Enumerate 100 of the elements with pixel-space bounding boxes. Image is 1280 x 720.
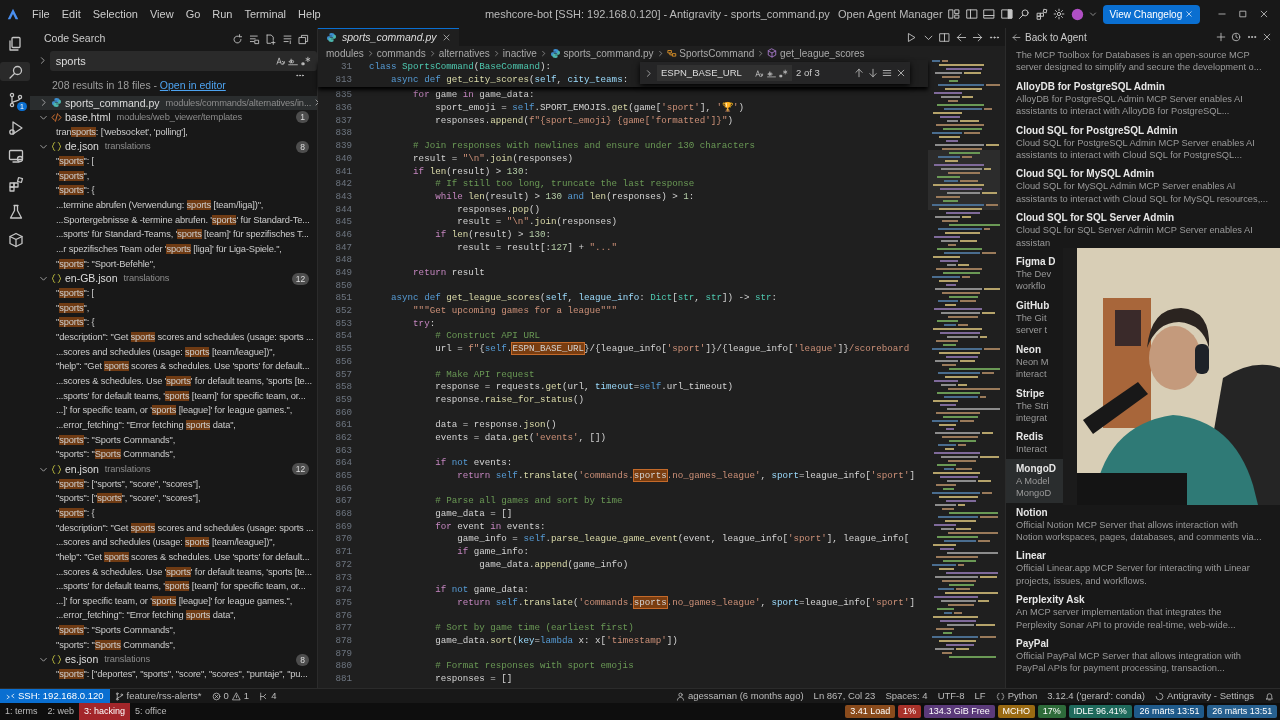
search-match[interactable]: ...scores and schedules (usage: sports [team/league])", xyxy=(56,346,275,357)
breadcrumb-item[interactable]: commands xyxy=(376,45,426,61)
source-control-icon[interactable] xyxy=(8,91,24,108)
workspace-button[interactable]: 3: hacking xyxy=(79,703,131,720)
settings-indicator[interactable]: Antigravity - Settings xyxy=(1149,688,1259,704)
close-icon[interactable] xyxy=(896,68,906,78)
breadcrumb-item[interactable]: get_league_scores xyxy=(767,45,865,61)
line-ending-indicator[interactable]: LF xyxy=(969,688,991,704)
changelog-button[interactable]: View Changelog xyxy=(1102,4,1200,24)
chevron-icon[interactable] xyxy=(39,98,48,108)
server-item[interactable]: Cloud SQL for MySQL Admin Cloud SQL for MySQL Admin MCP Server enables AI assistants to interact with Cloud SQL for MySQL resources,... xyxy=(1006,164,1276,209)
editor-tab[interactable]: sports_command.py xyxy=(318,28,459,46)
menu-item[interactable]: Selection xyxy=(86,5,144,23)
collapse-icon[interactable] xyxy=(281,33,293,45)
search-match[interactable]: ...termine abrufen (Verwendung: sports [team/liga])", xyxy=(56,200,264,211)
menu-item[interactable]: Help xyxy=(292,5,327,23)
extensions-icon[interactable] xyxy=(1035,8,1048,20)
ports-indicator[interactable]: 4 xyxy=(254,688,282,704)
chevron-icon[interactable] xyxy=(39,655,48,665)
search-result-file[interactable]: en.json translations 12 xyxy=(30,461,317,477)
secondary-sidebar-icon[interactable] xyxy=(1000,8,1013,20)
search-result-file[interactable]: es.json translations 8 xyxy=(30,652,317,668)
search-match[interactable]: "sports": "Sports Commands", xyxy=(56,639,176,650)
server-item[interactable]: Linear Official Linear.app MCP Server for interacting with Linear projects, issues, and workflows. xyxy=(1006,546,1258,591)
find-in-selection-icon[interactable] xyxy=(882,68,892,78)
search-match[interactable]: "help": "Get sports scores & schedules. Use 'sports' for default... xyxy=(56,551,310,562)
workspace-button[interactable]: 1: terms xyxy=(0,703,43,720)
search-match[interactable]: "sports": "Sport-Befehle", xyxy=(56,258,156,269)
find-field[interactable]: ESPN_BASE_URL xyxy=(657,65,792,81)
menu-item[interactable]: Terminal xyxy=(238,5,293,23)
search-match[interactable]: ...error_fetching": "Error fetching sports data", xyxy=(56,419,236,430)
menu-item[interactable]: File xyxy=(26,5,56,23)
remote-explorer-icon[interactable] xyxy=(8,147,24,164)
breadcrumb-item[interactable]: modules xyxy=(326,45,364,61)
search-match[interactable]: ...r spezifisches Team oder 'sports [liga]' für Liga-Spiele.", xyxy=(56,244,282,255)
layout-icon[interactable] xyxy=(948,8,961,20)
search-result-file[interactable]: sports_command.py modules/commands/alternatives/in... xyxy=(30,95,317,111)
problems-indicator[interactable]: 0 1 xyxy=(206,688,255,704)
maximize-icon[interactable] xyxy=(1237,9,1248,19)
indentation-indicator[interactable]: Spaces: 4 xyxy=(880,688,933,704)
chevron-icon[interactable] xyxy=(39,142,48,152)
breadcrumb-item[interactable]: alternatives xyxy=(438,45,490,61)
search-match[interactable]: "description": "Get sports scores and schedules (usage: sports ... xyxy=(56,522,314,533)
open-in-editor-link[interactable]: Open in editor xyxy=(159,78,226,95)
server-item[interactable]: Figma D The Dev workflo xyxy=(1006,252,1064,296)
search-match[interactable]: ...scores and schedules (usage: sports [team/league])", xyxy=(56,537,275,548)
search-field[interactable]: sports xyxy=(49,50,317,71)
search-match[interactable]: ...Sportergebnisse & -termine abrufen. 'sports' für Standard-Te... xyxy=(56,214,310,225)
breadcrumb-item[interactable]: sports_command.py xyxy=(549,45,654,61)
previous-match-icon[interactable] xyxy=(854,68,864,78)
search-icon[interactable] xyxy=(1018,8,1031,20)
forward-icon[interactable] xyxy=(972,31,983,43)
agent-manager-link[interactable]: Open Agent Manager xyxy=(838,5,943,23)
search-match[interactable]: ...error_fetching": "Error fetching sports data", xyxy=(56,610,236,621)
breadcrumb-item[interactable]: SportsCommand xyxy=(666,45,755,61)
branch-indicator[interactable]: feature/rss-alerts* xyxy=(109,688,207,704)
search-match[interactable]: ...sports' for default teams, 'sports [team]' for specific team, or... xyxy=(56,390,306,401)
back-icon[interactable] xyxy=(955,31,967,43)
avatar-icon[interactable] xyxy=(1070,7,1084,21)
search-match[interactable]: "sports": ["deportes", "sports", "score", "scores", "puntaje", "pu... xyxy=(56,669,308,680)
clear-results-icon[interactable] xyxy=(248,33,260,45)
new-file-icon[interactable] xyxy=(265,33,276,45)
chevron-icon[interactable] xyxy=(38,56,47,66)
search-match[interactable]: ...]' for specific team, or 'sports [league]' for league games.", xyxy=(56,595,293,606)
search-match[interactable]: transports: ['websocket', 'polling'], xyxy=(56,126,188,137)
server-item[interactable]: GitHub The Git server t xyxy=(1006,295,1058,340)
close-icon[interactable] xyxy=(1258,9,1269,19)
history-icon[interactable] xyxy=(1231,32,1241,42)
breadcrumb-item[interactable]: inactive xyxy=(502,45,537,61)
search-match[interactable]: ...scores & schedules. Use 'sports' for default teams, 'sports [te... xyxy=(56,566,312,577)
search-match[interactable]: "sports": "Sports Commands", xyxy=(56,625,176,636)
split-editor-icon[interactable] xyxy=(939,31,950,43)
run-icon[interactable] xyxy=(906,31,917,43)
server-item[interactable]: AlloyDB for PostgreSQL Admin AlloyDB for PostgreSQL Admin MCP Server enables AI assistants to interact with AlloyDB for PostgreSQL... xyxy=(1006,76,1251,121)
regex-icon[interactable] xyxy=(779,68,788,78)
bell-icon[interactable] xyxy=(1265,691,1274,701)
search-result-file[interactable]: base.html modules/web_viewer/templates 1 xyxy=(30,110,317,125)
blame-indicator[interactable]: agessaman (6 months ago) xyxy=(670,688,809,704)
server-item[interactable]: PayPal Official PayPal MCP Server that allows integration with PayPal APIs for payment processing, transaction... xyxy=(1006,633,1249,678)
interpreter-indicator[interactable]: 3.12.4 ('gerard': conda) xyxy=(1042,688,1150,704)
flask-icon[interactable] xyxy=(8,203,24,220)
sidebar-toggle-icon[interactable] xyxy=(965,8,978,20)
search-match[interactable]: "sports": "Sports Commands", xyxy=(56,434,176,445)
whole-word-icon[interactable] xyxy=(767,68,776,78)
search-match[interactable]: "description": "Get sports scores and schedules (usage: sports ... xyxy=(56,332,314,342)
workspace-button[interactable]: 5: office xyxy=(130,703,172,720)
encoding-indicator[interactable]: UTF-8 xyxy=(932,688,970,704)
search-match[interactable]: "sports": "Sports Commands", xyxy=(56,449,176,460)
search-match[interactable]: ...]' for specific team, or 'sports [league]' for league games.", xyxy=(56,405,293,416)
match-case-icon[interactable] xyxy=(755,68,764,78)
close-icon[interactable] xyxy=(1262,32,1272,42)
menu-item[interactable]: Edit xyxy=(55,5,87,23)
search-icon[interactable] xyxy=(8,63,24,80)
workspace-button[interactable]: 2: web xyxy=(42,703,80,720)
next-match-icon[interactable] xyxy=(868,68,878,78)
plus-icon[interactable] xyxy=(1215,32,1226,42)
run-debug-icon[interactable] xyxy=(8,119,24,136)
remote-indicator[interactable]: SSH: 192.168.0.120 xyxy=(0,689,110,703)
language-indicator[interactable]: Python xyxy=(990,688,1043,704)
server-item[interactable]: MongoD A Model MongoD xyxy=(1006,458,1064,503)
